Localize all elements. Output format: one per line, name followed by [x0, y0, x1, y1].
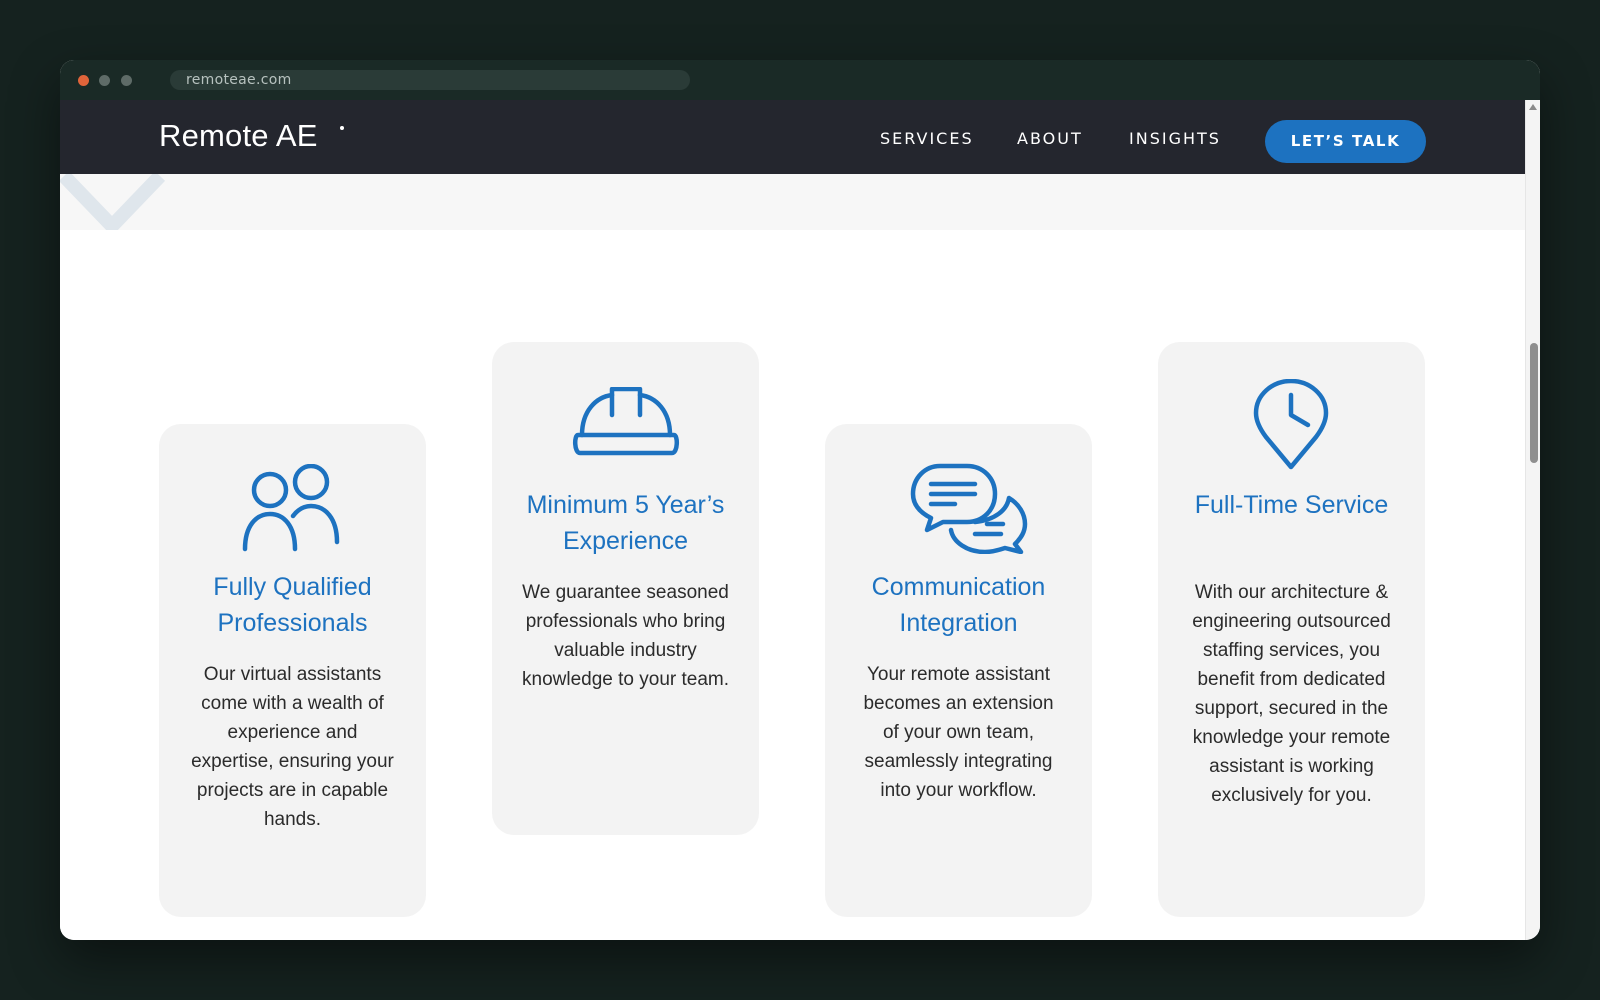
site-navbar: Remote AE SERVICES ABOUT INSIGHTS LET’S …: [60, 100, 1525, 174]
feature-description: With our architecture & engineering outs…: [1192, 582, 1391, 806]
feature-title: Full-Time Service: [1194, 491, 1389, 519]
scroll-thumb[interactable]: [1530, 343, 1538, 463]
feature-card-communication: Communication Integration Your remote as…: [825, 424, 1092, 917]
people-icon: [242, 464, 340, 552]
browser-chrome: remoteae.com: [60, 60, 1540, 100]
feature-title: Communication Integration: [871, 573, 1046, 637]
site-logo[interactable]: Remote AE: [159, 118, 318, 154]
address-bar[interactable]: remoteae.com: [170, 70, 690, 90]
browser-window: remoteae.com Remote AE SERVICES ABOUT IN…: [60, 60, 1540, 940]
nav-services[interactable]: SERVICES: [880, 129, 974, 148]
hard-hat-icon: [573, 387, 679, 456]
feature-card-fulltime: Full-Time Service With our architecture …: [1158, 342, 1425, 917]
feature-card-experience: Minimum 5 Year’s Experience We guarantee…: [492, 342, 759, 835]
nav-about[interactable]: ABOUT: [1017, 129, 1083, 148]
feature-description: Our virtual assistants come with a wealt…: [191, 664, 394, 830]
hero-section-bottom: [60, 174, 1525, 230]
feature-description: Your remote assistant becomes an extensi…: [863, 664, 1054, 801]
nav-insights[interactable]: INSIGHTS: [1129, 129, 1221, 148]
chevron-decoration-icon: [60, 174, 166, 230]
feature-card-qualified: Fully Qualified Professionals Our virtua…: [159, 424, 426, 917]
clock-pin-icon: [1253, 379, 1329, 470]
maximize-window-button[interactable]: [121, 75, 132, 86]
feature-title: Fully Qualified Professionals: [213, 573, 372, 637]
chat-bubbles-icon: [910, 463, 1028, 554]
page-viewport: Remote AE SERVICES ABOUT INSIGHTS LET’S …: [60, 100, 1525, 940]
lets-talk-button[interactable]: LET’S TALK: [1265, 120, 1426, 163]
feature-title: Minimum 5 Year’s Experience: [526, 491, 725, 555]
scroll-up-arrow-icon[interactable]: [1529, 104, 1537, 110]
trademark-dot-icon: [340, 126, 344, 130]
close-window-button[interactable]: [78, 75, 89, 86]
minimize-window-button[interactable]: [99, 75, 110, 86]
page-scrollbar[interactable]: [1525, 100, 1540, 940]
feature-description: We guarantee seasoned professionals who …: [522, 582, 730, 690]
